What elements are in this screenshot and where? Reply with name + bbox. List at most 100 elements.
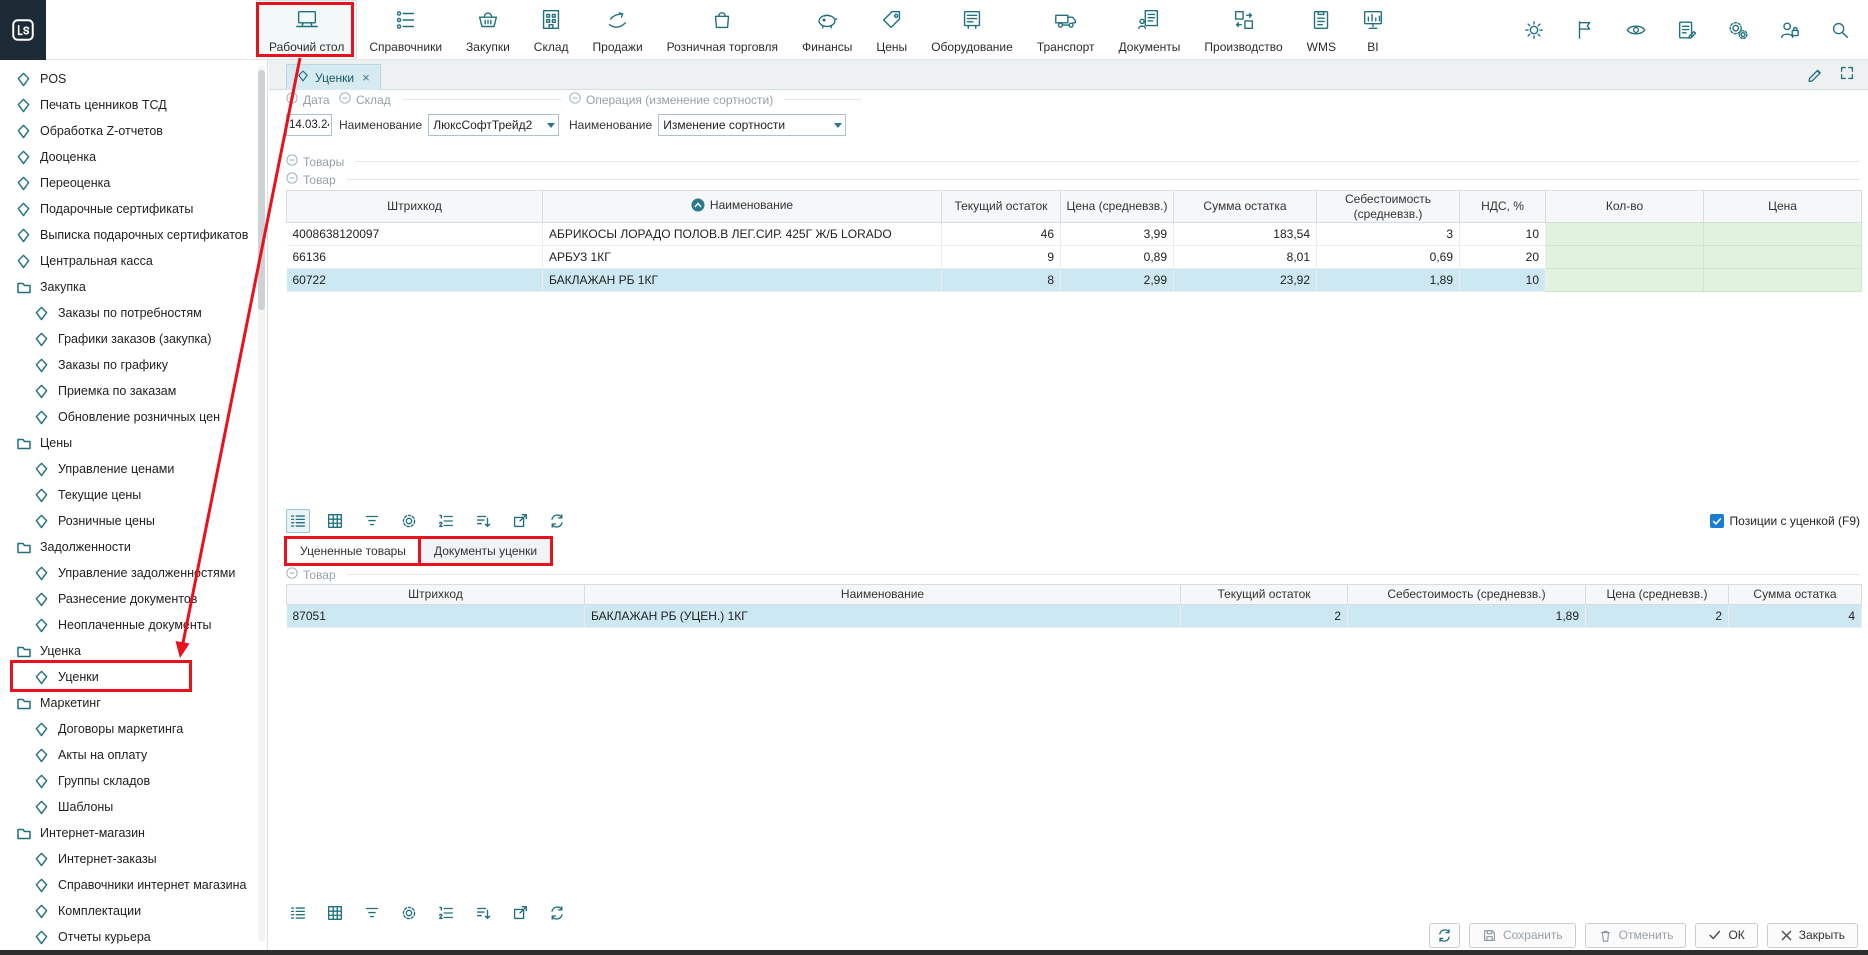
col-avg-price[interactable]: Цена (средневзв.): [1586, 585, 1729, 605]
date-input[interactable]: [286, 114, 332, 136]
flag-icon[interactable]: [1573, 18, 1597, 42]
sort-icon[interactable]: [471, 901, 495, 925]
sidebar-item[interactable]: Обновление розничных цен: [0, 404, 267, 430]
sidebar-item[interactable]: Интернет-магазин: [0, 820, 267, 846]
view-list-icon[interactable]: [286, 509, 310, 533]
cell-qty-editable[interactable]: [1546, 223, 1704, 246]
sidebar-item[interactable]: Приемка по заказам: [0, 378, 267, 404]
menu-item-transport[interactable]: Транспорт: [1025, 0, 1107, 60]
search-icon[interactable]: [1828, 18, 1852, 42]
sidebar-item[interactable]: Управление ценами: [0, 456, 267, 482]
col-current-stock[interactable]: Текущий остаток: [1181, 585, 1348, 605]
brightness-icon[interactable]: [1522, 18, 1546, 42]
col-vat[interactable]: НДС, %: [1460, 191, 1546, 223]
edit-pencil-icon[interactable]: [1806, 64, 1824, 85]
menu-item-equipment[interactable]: Оборудование: [919, 0, 1025, 60]
positions-with-markdown-checkbox[interactable]: Позиции с уценкой (F9): [1710, 514, 1860, 528]
cancel-button[interactable]: Отменить: [1585, 923, 1687, 948]
sidebar-item[interactable]: Текущие цены: [0, 482, 267, 508]
fullscreen-icon[interactable]: [1838, 64, 1856, 85]
table-row[interactable]: 4008638120097 АБРИКОСЫ ЛОРАДО ПОЛОВ.В ЛЕ…: [287, 223, 1862, 246]
collapse-icon[interactable]: [339, 92, 351, 107]
tab-close-icon[interactable]: ×: [362, 70, 370, 85]
numbered-list-icon[interactable]: [434, 509, 458, 533]
settings-icon[interactable]: [397, 509, 421, 533]
col-barcode[interactable]: Штрихкод: [287, 585, 585, 605]
operation-input[interactable]: [658, 114, 846, 136]
feedback-icon[interactable]: [1675, 18, 1699, 42]
menu-item-prices[interactable]: Цены: [864, 0, 919, 60]
sidebar-item[interactable]: Подарочные сертификаты: [0, 196, 267, 222]
refresh-icon[interactable]: [545, 509, 569, 533]
sidebar-item[interactable]: Дооценка: [0, 144, 267, 170]
col-cost[interactable]: Себестоимость (средневзв.): [1317, 191, 1460, 223]
col-price[interactable]: Цена: [1704, 191, 1862, 223]
sidebar-item[interactable]: Печать ценников ТСД: [0, 92, 267, 118]
sidebar-item[interactable]: Закупка: [0, 274, 267, 300]
sidebar-item[interactable]: Переоценка: [0, 170, 267, 196]
table-row-selected[interactable]: 87051 БАКЛАЖАН РБ (УЦЕН.) 1КГ 2 1,89 2 4: [287, 605, 1862, 628]
sidebar-item[interactable]: Справочники интернет магазина: [0, 872, 267, 898]
menu-item-finance[interactable]: Финансы: [790, 0, 864, 60]
menu-item-purchases[interactable]: Закупки: [454, 0, 522, 60]
sidebar-item[interactable]: Разнесение документов: [0, 586, 267, 612]
warehouse-input[interactable]: [428, 114, 559, 136]
user-access-icon[interactable]: [1777, 18, 1801, 42]
col-cost[interactable]: Себестоимость (средневзв.): [1348, 585, 1586, 605]
tab-markdown-documents[interactable]: Документы уценки: [420, 538, 551, 564]
sidebar-item[interactable]: Отчеты курьера: [0, 924, 267, 950]
cell-price-editable[interactable]: [1704, 223, 1862, 246]
operation-combo[interactable]: [658, 114, 846, 136]
refresh-button[interactable]: [1429, 923, 1460, 948]
app-logo[interactable]: [0, 0, 46, 60]
tab-marked-down-goods[interactable]: Уцененные товары: [286, 538, 420, 564]
close-button[interactable]: Закрыть: [1767, 923, 1858, 948]
sidebar-item[interactable]: Акты на оплату: [0, 742, 267, 768]
cell-price-editable[interactable]: [1704, 269, 1862, 292]
col-current-stock[interactable]: Текущий остаток: [942, 191, 1061, 223]
collapse-icon[interactable]: [569, 92, 581, 107]
menu-item-retail[interactable]: Розничная торговля: [655, 0, 790, 60]
sidebar-item[interactable]: Шаблоны: [0, 794, 267, 820]
sidebar-item[interactable]: Группы складов: [0, 768, 267, 794]
sidebar-item[interactable]: Маркетинг: [0, 690, 267, 716]
settings-gears-icon[interactable]: [1726, 18, 1750, 42]
sidebar-item[interactable]: Управление задолженностями: [0, 560, 267, 586]
sidebar-item[interactable]: Цены: [0, 430, 267, 456]
col-barcode[interactable]: Штрихкод: [287, 191, 543, 223]
tab-ucenki[interactable]: Уценки ×: [286, 64, 381, 90]
collapse-icon[interactable]: [286, 92, 298, 107]
eye-icon[interactable]: [1624, 18, 1648, 42]
collapse-icon[interactable]: [286, 567, 298, 582]
cell-price-editable[interactable]: [1704, 246, 1862, 269]
sidebar-item[interactable]: Неоплаченные документы: [0, 612, 267, 638]
menu-item-warehouse[interactable]: Склад: [522, 0, 581, 60]
menu-item-sales[interactable]: Продажи: [581, 0, 655, 60]
open-in-window-icon[interactable]: [508, 509, 532, 533]
save-button[interactable]: Сохранить: [1469, 923, 1576, 948]
col-name[interactable]: Наименование: [543, 191, 942, 223]
cell-qty-editable[interactable]: [1546, 246, 1704, 269]
numbered-list-icon[interactable]: [434, 901, 458, 925]
settings-icon[interactable]: [397, 901, 421, 925]
sidebar-item[interactable]: Заказы по графику: [0, 352, 267, 378]
sidebar-item[interactable]: POS: [0, 66, 267, 92]
sidebar-item[interactable]: Выписка подарочных сертификатов: [0, 222, 267, 248]
filter-icon[interactable]: [360, 509, 384, 533]
collapse-icon[interactable]: [286, 172, 298, 187]
ok-button[interactable]: ОК: [1695, 923, 1757, 948]
col-avg-price[interactable]: Цена (средневзв.): [1061, 191, 1174, 223]
warehouse-combo[interactable]: [428, 114, 559, 136]
col-stock-sum[interactable]: Сумма остатка: [1174, 191, 1317, 223]
sidebar-item[interactable]: Розничные цены: [0, 508, 267, 534]
menu-item-documents[interactable]: Документы: [1107, 0, 1193, 60]
sidebar-item[interactable]: Уценки: [0, 664, 267, 690]
sidebar-scrollbar-thumb[interactable]: [258, 70, 265, 310]
sidebar-item[interactable]: Задолженности: [0, 534, 267, 560]
open-in-window-icon[interactable]: [508, 901, 532, 925]
col-qty[interactable]: Кол-во: [1546, 191, 1704, 223]
filter-icon[interactable]: [360, 901, 384, 925]
menu-item-catalogs[interactable]: Справочники: [357, 0, 454, 60]
sidebar-item[interactable]: Интернет-заказы: [0, 846, 267, 872]
sidebar-item[interactable]: Договоры маркетинга: [0, 716, 267, 742]
